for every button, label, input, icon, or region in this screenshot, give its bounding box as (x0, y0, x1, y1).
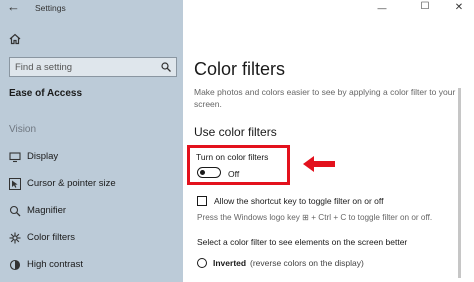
shortcut-checkbox[interactable] (197, 196, 207, 206)
toggle-state-text: Off (228, 169, 240, 179)
magnifier-icon (9, 205, 21, 217)
sidebar-item-label: Color filters (27, 232, 76, 243)
scrollbar[interactable] (458, 88, 461, 278)
sidebar-item-magnifier[interactable]: Magnifier (0, 200, 183, 222)
sidebar: ← Settings Find a setting Ease of Access… (0, 0, 183, 282)
sidebar-item-label: High contrast (27, 259, 83, 270)
sidebar-item-high-contrast[interactable]: High contrast (0, 254, 183, 276)
color-filter-icon (9, 232, 21, 244)
maximize-button[interactable]: ☐ (413, 1, 437, 17)
arrow-annotation-icon (303, 156, 335, 172)
sidebar-item-color-filters[interactable]: Color filters (0, 227, 183, 249)
color-filters-toggle[interactable] (197, 167, 221, 178)
main-panel: — ☐ ✕ Color filters Make photos and colo… (183, 0, 474, 282)
sidebar-item-display[interactable]: Display (0, 146, 183, 168)
inverted-radio-label[interactable]: Inverted (213, 258, 246, 268)
contrast-icon (9, 259, 21, 271)
toggle-label: Turn on color filters (196, 152, 269, 162)
section-title: Ease of Access (9, 88, 83, 99)
search-input[interactable]: Find a setting (9, 57, 177, 77)
sidebar-item-label: Cursor & pointer size (27, 178, 116, 189)
section-subheading: Use color filters (194, 125, 277, 139)
sidebar-item-label: Magnifier (27, 205, 67, 216)
inverted-radio-description: (reverse colors on the display) (250, 258, 364, 268)
page-description: Make photos and colors easier to see by … (194, 87, 456, 109)
shortcut-checkbox-label[interactable]: Allow the shortcut key to toggle filter … (214, 196, 383, 206)
group-title: Vision (9, 124, 37, 135)
minimize-button[interactable]: — (370, 3, 394, 19)
page-title: Color filters (194, 59, 286, 79)
search-icon[interactable] (161, 62, 171, 72)
close-button[interactable]: ✕ (447, 2, 471, 18)
shortcut-hint: Press the Windows logo key ⊞ + Ctrl + C … (197, 213, 433, 222)
sidebar-item-label: Display (27, 151, 59, 162)
highlight-box (187, 145, 290, 185)
toggle-knob (200, 169, 205, 175)
sidebar-item-cursor[interactable]: Cursor & pointer size (0, 173, 183, 195)
window-title: Settings (35, 3, 66, 13)
monitor-icon (9, 152, 21, 163)
search-placeholder: Find a setting (15, 62, 73, 73)
inverted-radio[interactable] (197, 258, 207, 268)
back-button[interactable]: ← (7, 0, 20, 14)
filter-select-label: Select a color filter to see elements on… (197, 237, 408, 247)
home-icon[interactable] (9, 33, 21, 45)
cursor-icon (9, 178, 21, 190)
